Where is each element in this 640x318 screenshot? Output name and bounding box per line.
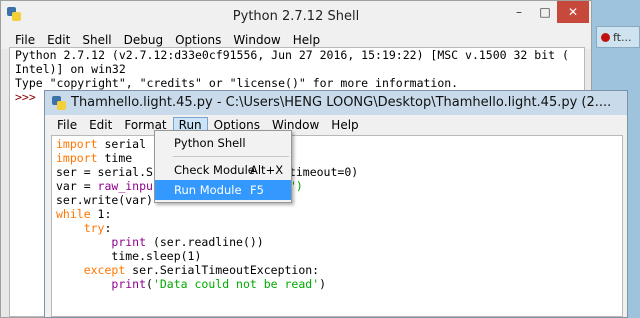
editor-menu-file[interactable]: File (51, 118, 83, 132)
code-line: print (ser.readline()) (111, 235, 264, 249)
editor-menu-help[interactable]: Help (325, 118, 364, 132)
menu-file[interactable]: File (9, 33, 41, 47)
menu-item-python-shell[interactable]: Python Shell (155, 133, 291, 153)
editor-window: Thamhello.light.45.py - C:\Users\HENG LO… (44, 90, 628, 318)
taskbar-item-label: ft... (613, 30, 632, 44)
editor-titlebar[interactable]: Thamhello.light.45.py - C:\Users\HENG LO… (45, 91, 627, 115)
menu-options[interactable]: Options (169, 33, 227, 47)
taskbar-item[interactable]: ft... (596, 26, 640, 48)
menu-item-shortcut: Alt+X (250, 163, 284, 177)
code-line: print('Data could not be read') (111, 277, 327, 291)
code-line: while 1: (56, 207, 112, 221)
editor-menu-edit[interactable]: Edit (83, 118, 118, 132)
maximize-button[interactable]: □ (532, 1, 558, 23)
editor-menubar: File Edit Format Run Options Window Help (45, 115, 627, 135)
editor-title: Thamhello.light.45.py - C:\Users\HENG LO… (71, 95, 612, 110)
code-line: time.sleep(1) (111, 249, 202, 263)
shell-line: Python 2.7.12 (v2.7.12:d33e0cf91556, Jun… (15, 48, 569, 62)
shell-line: Type "copyright", "credits" or "license(… (15, 76, 459, 90)
menu-item-label: Check Module (174, 163, 255, 177)
menu-separator (173, 156, 289, 157)
run-menu-dropdown: Python Shell Check Module Alt+X Run Modu… (154, 130, 292, 203)
menu-item-shortcut: F5 (250, 183, 264, 197)
menu-edit[interactable]: Edit (41, 33, 76, 47)
menu-debug[interactable]: Debug (118, 33, 169, 47)
menu-item-label: Python Shell (174, 136, 246, 150)
python-file-icon (52, 96, 66, 110)
menu-item-run-module[interactable]: Run Module F5 (155, 180, 291, 200)
code-line: try: (83, 221, 112, 235)
code-editor[interactable]: import serial import time ser = serial.S ti… (51, 135, 623, 317)
minimize-button[interactable]: – (506, 1, 532, 23)
menu-item-check-module[interactable]: Check Module Alt+X (155, 160, 291, 180)
menu-shell[interactable]: Shell (76, 33, 117, 47)
record-icon (601, 32, 610, 42)
shell-line: Intel)] on win32 (15, 62, 126, 76)
shell-titlebar[interactable]: Python 2.7.12 Shell – □ ✕ (1, 1, 591, 31)
menu-window[interactable]: Window (227, 33, 286, 47)
close-button[interactable]: ✕ (557, 1, 589, 23)
menu-item-label: Run Module (174, 183, 242, 197)
menu-help[interactable]: Help (287, 33, 326, 47)
shell-title: Python 2.7.12 Shell (232, 9, 360, 24)
code-line: except ser.SerialTimeoutException: (83, 263, 320, 277)
